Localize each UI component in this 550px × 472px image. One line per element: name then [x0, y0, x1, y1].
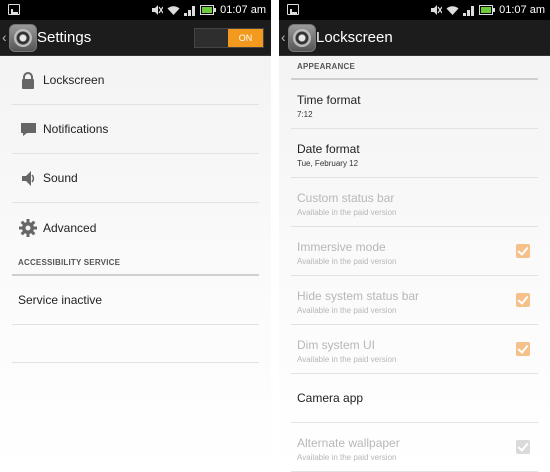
pref-title: Dim system UI — [297, 338, 375, 352]
pref-dim-system-ui[interactable]: Dim system UI Available in the paid vers… — [291, 325, 538, 374]
gear-icon — [18, 218, 38, 238]
pref-subtitle: Available in the paid version — [297, 257, 397, 266]
pref-camera-app[interactable]: Camera app — [291, 374, 538, 423]
image-notification-icon — [8, 4, 20, 15]
pref-title: Immersive mode — [297, 240, 386, 254]
item-label: Notifications — [43, 122, 109, 136]
battery-icon — [200, 5, 217, 15]
clock: 01:07 am — [220, 4, 266, 16]
pref-title: Custom status bar — [297, 191, 395, 205]
page-title: Lockscreen — [316, 29, 393, 46]
section-header-appearance: APPEARANCE — [291, 56, 538, 80]
section-header-accessibility: ACCESSIBILITY SERVICE — [12, 252, 259, 276]
action-bar: ‹ Lockscreen — [279, 20, 550, 56]
wifi-icon — [446, 5, 459, 16]
item-label: Sound — [43, 171, 78, 185]
app-logo[interactable] — [9, 24, 37, 52]
settings-screen: 01:07 am ‹ Settings ON Lockscreen Notifi… — [0, 0, 271, 472]
pref-subtitle: Available in the paid version — [297, 355, 397, 364]
pref-immersive-mode[interactable]: Immersive mode Available in the paid ver… — [291, 227, 538, 276]
pref-title: Time format — [297, 93, 361, 107]
signal-icon — [184, 5, 196, 16]
alternate-wallpaper-checkbox[interactable] — [516, 440, 530, 454]
pref-alternate-wallpaper[interactable]: Alternate wallpaper Available in the pai… — [291, 423, 538, 472]
page-title: Settings — [37, 29, 92, 46]
back-chevron-icon[interactable]: ‹ — [281, 28, 286, 46]
pref-custom-status-bar[interactable]: Custom status bar Available in the paid … — [291, 178, 538, 227]
list-item-notifications[interactable]: Notifications — [12, 105, 259, 154]
speaker-icon — [18, 168, 38, 188]
pref-subtitle: Available in the paid version — [297, 453, 397, 462]
lock-icon — [18, 70, 38, 90]
lockscreen-settings-screen: 01:07 am ‹ Lockscreen APPEARANCE Time fo… — [279, 0, 550, 472]
pref-subtitle: 7:12 — [297, 110, 313, 119]
pref-date-format[interactable]: Date format Tue, February 12 — [291, 129, 538, 178]
back-chevron-icon[interactable]: ‹ — [2, 28, 7, 46]
speech-bubble-icon — [18, 119, 38, 139]
list-item-advanced[interactable]: Advanced — [12, 203, 259, 252]
pref-title: Hide system status bar — [297, 289, 420, 303]
battery-icon — [479, 5, 496, 15]
clock: 01:07 am — [499, 4, 545, 16]
hide-status-bar-checkbox[interactable] — [516, 293, 530, 307]
image-notification-icon — [287, 4, 299, 15]
dim-system-ui-checkbox[interactable] — [516, 342, 530, 356]
service-toggle[interactable]: ON — [194, 28, 264, 48]
mute-icon — [430, 4, 443, 16]
lockscreen-pref-list: APPEARANCE Time format 7:12 Date format … — [291, 56, 538, 472]
pref-title: Date format — [297, 142, 360, 156]
pref-subtitle: Tue, February 12 — [297, 159, 359, 168]
toggle-on-label: ON — [228, 29, 263, 47]
list-item-sound[interactable]: Sound — [12, 154, 259, 203]
pref-title: Alternate wallpaper — [297, 436, 400, 450]
item-label: Advanced — [43, 220, 97, 235]
pref-time-format[interactable]: Time format 7:12 — [291, 80, 538, 129]
mute-icon — [151, 4, 164, 16]
pref-hide-system-status-bar[interactable]: Hide system status bar Available in the … — [291, 276, 538, 325]
item-label: Lockscreen — [43, 73, 105, 87]
list-item-lockscreen[interactable]: Lockscreen — [12, 56, 259, 105]
app-logo[interactable] — [288, 24, 316, 52]
immersive-mode-checkbox[interactable] — [516, 244, 530, 258]
pref-subtitle: Available in the paid version — [297, 208, 397, 217]
wifi-icon — [167, 5, 180, 16]
list-divider — [12, 325, 259, 363]
pref-title: Camera app — [297, 391, 364, 405]
pref-subtitle: Available in the paid version — [297, 306, 397, 315]
action-bar: ‹ Settings ON — [0, 20, 271, 56]
settings-list: Lockscreen Notifications Sound Advanced … — [12, 56, 259, 363]
service-status-item[interactable]: Service inactive — [12, 276, 259, 325]
status-bar: 01:07 am — [279, 0, 550, 20]
signal-icon — [463, 5, 475, 16]
status-bar: 01:07 am — [0, 0, 271, 20]
